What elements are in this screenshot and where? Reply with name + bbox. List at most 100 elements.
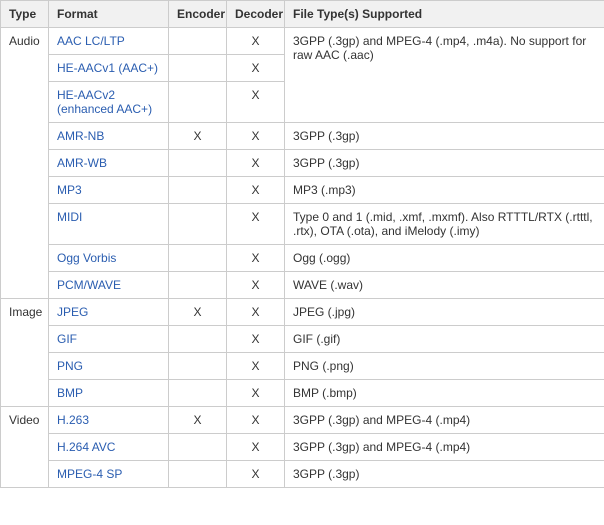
format-cell: AMR-WB: [49, 150, 169, 177]
encoder-cell: [169, 204, 227, 245]
format-link[interactable]: H.263: [57, 413, 89, 427]
encoder-cell: [169, 150, 227, 177]
decoder-cell: X: [227, 28, 285, 55]
decoder-cell: X: [227, 82, 285, 123]
table-row: AMR-NBXX3GPP (.3gp): [1, 123, 604, 150]
format-link[interactable]: MPEG-4 SP: [57, 467, 122, 481]
table-row: BMP XBMP (.bmp): [1, 380, 604, 407]
table-row: MIDI XType 0 and 1 (.mid, .xmf, .mxmf). A…: [1, 204, 604, 245]
encoder-cell: [169, 434, 227, 461]
table-row: GIF XGIF (.gif): [1, 326, 604, 353]
filetypes-cell: 3GPP (.3gp) and MPEG-4 (.mp4): [285, 407, 604, 434]
format-link[interactable]: H.264 AVC: [57, 440, 115, 454]
format-link[interactable]: PCM/WAVE: [57, 278, 121, 292]
decoder-cell: X: [227, 272, 285, 299]
format-cell: MP3: [49, 177, 169, 204]
table-header-row: Type Format Encoder Decoder File Type(s)…: [1, 1, 604, 28]
table-row: VideoH.263XX3GPP (.3gp) and MPEG-4 (.mp4…: [1, 407, 604, 434]
encoder-cell: [169, 28, 227, 55]
format-cell: AAC LC/LTP: [49, 28, 169, 55]
encoder-cell: X: [169, 299, 227, 326]
decoder-cell: X: [227, 299, 285, 326]
format-link[interactable]: BMP: [57, 386, 83, 400]
header-format: Format: [49, 1, 169, 28]
format-link[interactable]: AMR-NB: [57, 129, 104, 143]
encoder-cell: [169, 82, 227, 123]
media-formats-table: Type Format Encoder Decoder File Type(s)…: [0, 0, 604, 488]
header-decoder: Decoder: [227, 1, 285, 28]
format-cell: AMR-NB: [49, 123, 169, 150]
encoder-cell: X: [169, 407, 227, 434]
decoder-cell: X: [227, 177, 285, 204]
filetypes-cell: 3GPP (.3gp): [285, 150, 604, 177]
decoder-cell: X: [227, 380, 285, 407]
filetypes-cell: MP3 (.mp3): [285, 177, 604, 204]
format-cell: Ogg Vorbis: [49, 245, 169, 272]
encoder-cell: [169, 461, 227, 488]
filetypes-cell: JPEG (.jpg): [285, 299, 604, 326]
format-cell: PCM/WAVE: [49, 272, 169, 299]
table-row: PCM/WAVE XWAVE (.wav): [1, 272, 604, 299]
format-cell: MPEG-4 SP: [49, 461, 169, 488]
filetypes-cell: 3GPP (.3gp): [285, 461, 604, 488]
format-link[interactable]: HE-AACv2 (enhanced AAC+): [57, 88, 152, 116]
encoder-cell: [169, 353, 227, 380]
format-link[interactable]: PNG: [57, 359, 83, 373]
decoder-cell: X: [227, 204, 285, 245]
format-link[interactable]: JPEG: [57, 305, 88, 319]
table-row: MPEG-4 SP X3GPP (.3gp): [1, 461, 604, 488]
decoder-cell: X: [227, 55, 285, 82]
filetypes-cell: PNG (.png): [285, 353, 604, 380]
format-link[interactable]: GIF: [57, 332, 77, 346]
encoder-cell: [169, 326, 227, 353]
table-row: AMR-WB X3GPP (.3gp): [1, 150, 604, 177]
decoder-cell: X: [227, 461, 285, 488]
table-row: ImageJPEGXXJPEG (.jpg): [1, 299, 604, 326]
encoder-cell: [169, 272, 227, 299]
table-row: Ogg Vorbis XOgg (.ogg): [1, 245, 604, 272]
format-link[interactable]: AAC LC/LTP: [57, 34, 125, 48]
format-cell: H.264 AVC: [49, 434, 169, 461]
filetypes-cell: Type 0 and 1 (.mid, .xmf, .mxmf). Also R…: [285, 204, 604, 245]
encoder-cell: [169, 245, 227, 272]
filetypes-cell: 3GPP (.3gp): [285, 123, 604, 150]
format-cell: H.263: [49, 407, 169, 434]
format-cell: JPEG: [49, 299, 169, 326]
encoder-cell: [169, 55, 227, 82]
format-cell: BMP: [49, 380, 169, 407]
filetypes-cell: GIF (.gif): [285, 326, 604, 353]
decoder-cell: X: [227, 245, 285, 272]
format-link[interactable]: HE-AACv1 (AAC+): [57, 61, 158, 75]
table-row: AudioAAC LC/LTPX3GPP (.3gp) and MPEG-4 (…: [1, 28, 604, 55]
decoder-cell: X: [227, 353, 285, 380]
format-link[interactable]: MP3: [57, 183, 82, 197]
format-link[interactable]: Ogg Vorbis: [57, 251, 116, 265]
format-cell: PNG: [49, 353, 169, 380]
format-link[interactable]: MIDI: [57, 210, 82, 224]
filetypes-cell: 3GPP (.3gp) and MPEG-4 (.mp4, .m4a). No …: [285, 28, 604, 123]
decoder-cell: X: [227, 326, 285, 353]
header-type: Type: [1, 1, 49, 28]
type-cell: Audio: [1, 28, 49, 299]
filetypes-cell: 3GPP (.3gp) and MPEG-4 (.mp4): [285, 434, 604, 461]
encoder-cell: [169, 177, 227, 204]
decoder-cell: X: [227, 150, 285, 177]
type-cell: Video: [1, 407, 49, 488]
format-cell: HE-AACv1 (AAC+): [49, 55, 169, 82]
format-link[interactable]: AMR-WB: [57, 156, 107, 170]
filetypes-cell: Ogg (.ogg): [285, 245, 604, 272]
decoder-cell: X: [227, 434, 285, 461]
decoder-cell: X: [227, 407, 285, 434]
format-cell: GIF: [49, 326, 169, 353]
format-cell: MIDI: [49, 204, 169, 245]
table-row: PNG XPNG (.png): [1, 353, 604, 380]
filetypes-cell: WAVE (.wav): [285, 272, 604, 299]
filetypes-cell: BMP (.bmp): [285, 380, 604, 407]
format-cell: HE-AACv2 (enhanced AAC+): [49, 82, 169, 123]
header-filetypes: File Type(s) Supported: [285, 1, 604, 28]
encoder-cell: X: [169, 123, 227, 150]
table-row: H.264 AVC X3GPP (.3gp) and MPEG-4 (.mp4): [1, 434, 604, 461]
table-row: MP3 XMP3 (.mp3): [1, 177, 604, 204]
header-encoder: Encoder: [169, 1, 227, 28]
encoder-cell: [169, 380, 227, 407]
